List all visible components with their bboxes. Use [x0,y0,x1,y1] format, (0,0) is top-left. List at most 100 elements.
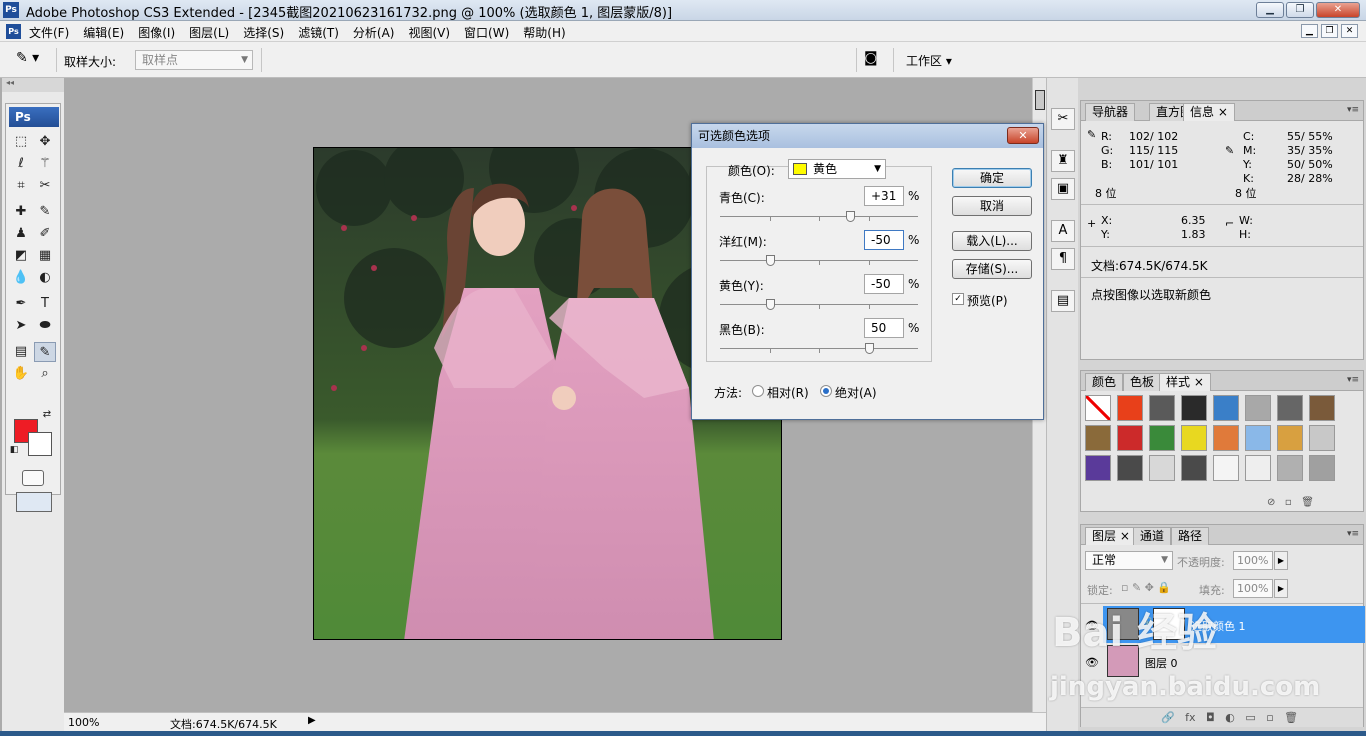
doc-minimize-button[interactable]: ▁ [1301,24,1318,38]
background-color-swatch[interactable] [28,432,52,456]
brushes-dock-icon[interactable]: ♜ [1051,150,1075,172]
tab-styles[interactable]: 样式 × [1159,373,1211,391]
slider-handle[interactable] [864,343,874,354]
bridge-icon[interactable]: ◙ [864,50,888,70]
relative-radio[interactable] [752,385,764,397]
save-button[interactable]: 存储(S)... [952,259,1032,279]
doc-close-button[interactable]: ✕ [1341,24,1358,38]
restore-button[interactable]: ❐ [1286,2,1314,18]
type-tool-icon[interactable]: T [34,294,56,314]
style-swatch[interactable] [1117,425,1143,451]
magic-wand-tool-icon[interactable]: ⚚ [34,154,56,174]
cancel-button[interactable]: 取消 [952,196,1032,216]
style-swatch[interactable] [1277,395,1303,421]
brush-tool-icon[interactable]: ✎ [34,202,56,222]
tab-color[interactable]: 颜色 [1085,373,1124,391]
slider-value-field[interactable]: -50 [864,274,904,294]
menu-item[interactable]: 窗口(W) [464,24,509,41]
style-swatch[interactable] [1085,455,1111,481]
panel-menu-icon[interactable]: ▾≡ [1347,105,1359,115]
ok-button[interactable]: 确定 [952,168,1032,188]
lasso-tool-icon[interactable]: ℓ [10,154,32,174]
tools-dock-icon[interactable]: ✂ [1051,108,1075,130]
dialog-close-button[interactable]: ✕ [1007,127,1039,144]
fill-field[interactable]: 100% [1233,579,1273,598]
notes-tool-icon[interactable]: ▤ [10,342,32,362]
tab-info[interactable]: 信息 × [1183,103,1235,121]
preview-checkbox[interactable]: ✓ [952,293,964,305]
ellipse-tool-icon[interactable]: ⬬ [34,316,56,336]
swap-colors-icon[interactable]: ⇄ [40,408,54,422]
paragraph-dock-icon[interactable]: ¶ [1051,248,1075,270]
eyedropper-tool-icon[interactable]: ✎ [34,342,56,362]
style-swatch[interactable] [1181,395,1207,421]
style-actions-icons[interactable]: ⊘ ▫ 🗑 [1267,497,1314,508]
menu-item[interactable]: 编辑(E) [83,24,124,41]
style-swatch[interactable] [1149,395,1175,421]
tab-paths[interactable]: 路径 [1171,527,1210,545]
slider-value-field[interactable]: 50 [864,318,904,338]
menu-item[interactable]: 分析(A) [353,24,395,41]
screen-mode-button[interactable] [16,492,52,512]
marquee-tool-icon[interactable]: ⬚ [10,132,32,152]
workspace-menu[interactable]: 工作区 ▾ [906,52,952,69]
lock-icons[interactable]: ▫ ✎ ✥ 🔒 [1121,581,1171,594]
panel-menu-icon[interactable]: ▾≡ [1347,529,1359,539]
tab-channels[interactable]: 通道 [1133,527,1172,545]
panel-menu-icon[interactable]: ▾≡ [1347,375,1359,385]
menu-item[interactable]: 文件(F) [29,24,69,41]
layer-comps-dock-icon[interactable]: ▤ [1051,290,1075,312]
quick-mask-button[interactable] [22,470,44,486]
blur-tool-icon[interactable]: 💧 [10,268,32,288]
opacity-field[interactable]: 100% [1233,551,1273,570]
style-swatch[interactable] [1213,395,1239,421]
style-swatch[interactable] [1213,425,1239,451]
style-swatch[interactable] [1181,455,1207,481]
minimize-button[interactable]: ▁ [1256,2,1284,18]
style-swatch[interactable] [1309,395,1335,421]
zoom-tool-icon[interactable]: ⌕ [34,364,56,384]
slice-tool-icon[interactable]: ✂ [34,176,56,196]
crop-tool-icon[interactable]: ⌗ [10,176,32,196]
style-swatch[interactable] [1149,455,1175,481]
style-swatch[interactable] [1277,425,1303,451]
colors-select[interactable]: 黄色 ▼ [788,159,886,179]
path-select-tool-icon[interactable]: ➤ [10,316,32,336]
style-swatch[interactable] [1309,455,1335,481]
style-swatch[interactable] [1245,425,1271,451]
opacity-slider-button[interactable]: ▶ [1274,551,1288,570]
menu-item[interactable]: 选择(S) [243,24,284,41]
slider-handle[interactable] [845,211,855,222]
style-swatch[interactable] [1149,425,1175,451]
tab-swatches[interactable]: 色板 [1123,373,1162,391]
move-tool-icon[interactable]: ✥ [34,132,56,152]
style-swatch[interactable] [1309,425,1335,451]
hand-tool-icon[interactable]: ✋ [10,364,32,384]
doc-restore-button[interactable]: ❐ [1321,24,1338,38]
history-brush-tool-icon[interactable]: ✐ [34,224,56,244]
scroll-thumb[interactable] [1035,90,1045,110]
panel-collapse-icon[interactable]: ◂◂ [2,78,64,92]
close-button[interactable]: ✕ [1316,2,1360,18]
fill-slider-button[interactable]: ▶ [1274,579,1288,598]
style-swatch[interactable] [1181,425,1207,451]
slider-value-field[interactable]: +31 [864,186,904,206]
blend-mode-select[interactable]: 正常 ▼ [1085,551,1173,570]
tab-navigator[interactable]: 导航器 [1085,103,1136,121]
default-colors-icon[interactable]: ◧ [8,444,20,456]
zoom-level[interactable]: 100% [68,716,99,729]
style-swatch[interactable] [1277,455,1303,481]
style-swatch[interactable] [1085,425,1111,451]
slider-handle[interactable] [765,299,775,310]
layer-actions-bar[interactable]: 🔗 fx ◘ ◐ ▭ ▫ 🗑 [1081,707,1363,727]
sample-size-select[interactable]: 取样点 ▼ [135,50,253,70]
menu-item[interactable]: 滤镜(T) [298,24,339,41]
style-swatch[interactable] [1213,455,1239,481]
document-icon[interactable]: Ps [6,24,21,39]
slider-value-field[interactable]: -50 [864,230,904,250]
gradient-tool-icon[interactable]: ▦ [34,246,56,266]
menu-item[interactable]: 图层(L) [189,24,229,41]
character-dock-icon[interactable]: A [1051,220,1075,242]
status-menu-icon[interactable]: ▶ [308,715,316,726]
tab-layers[interactable]: 图层 × [1085,527,1137,545]
